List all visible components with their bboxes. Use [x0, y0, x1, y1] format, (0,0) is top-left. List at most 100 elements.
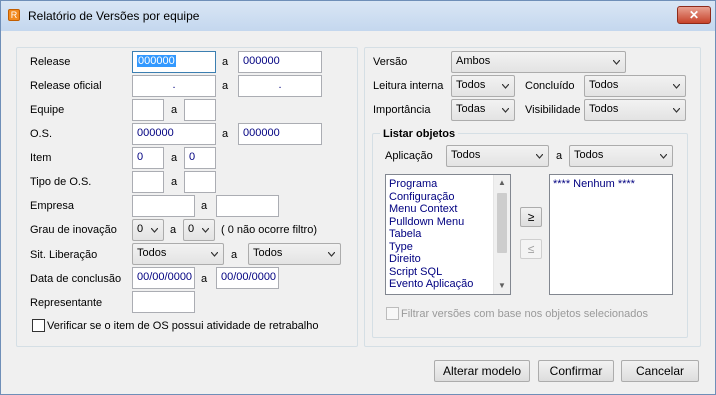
aplicacao-label: Aplicação — [385, 150, 433, 162]
tipo-os-to-input[interactable] — [184, 171, 216, 193]
chevron-down-icon — [502, 84, 509, 89]
chevron-down-icon — [536, 154, 543, 159]
sit-liberacao-sep: a — [231, 249, 238, 261]
alterar-modelo-button[interactable]: Alterar modelo — [434, 360, 530, 382]
release-sep: a — [222, 56, 229, 68]
release-to-input[interactable]: 000000 — [238, 51, 322, 73]
tipo-os-sep: a — [171, 176, 178, 188]
aplicacao-sep: a — [556, 150, 563, 162]
selected-objects-list[interactable]: **** Nenhum **** — [549, 174, 673, 295]
chevron-down-icon — [202, 228, 209, 233]
item-label: Item — [30, 152, 52, 164]
visibilidade-select[interactable]: Todos — [584, 99, 686, 121]
close-button[interactable]: ✕ — [677, 6, 711, 24]
list-item[interactable]: Programa — [386, 178, 494, 191]
release-oficial-label: Release oficial — [30, 80, 102, 92]
chevron-down-icon — [502, 108, 509, 113]
cancelar-button[interactable]: Cancelar — [621, 360, 699, 382]
release-oficial-from-value: . — [172, 79, 176, 91]
representante-input[interactable] — [132, 291, 195, 313]
grau-from-value: 0 — [137, 223, 144, 235]
chevron-down-icon — [328, 252, 335, 257]
aplicacao-from-select[interactable]: Todos — [446, 145, 549, 167]
data-conclusao-from-input[interactable]: 00/00/0000 — [132, 267, 195, 289]
window-title: Relatório de Versões por equipe — [28, 9, 200, 23]
retrabalho-label: Verificar se o item de OS possui ativida… — [47, 320, 319, 332]
equipe-from-input[interactable] — [132, 99, 164, 121]
list-item[interactable]: Evento Aplicação — [386, 278, 494, 291]
available-objects-list[interactable]: Programa Configuração Menu Context Pulld… — [385, 174, 511, 295]
app-icon: R — [8, 9, 20, 21]
importancia-select[interactable]: Todas — [451, 99, 515, 121]
item-from-input[interactable]: 0 — [132, 147, 164, 169]
scroll-thumb[interactable] — [497, 193, 507, 253]
empresa-label: Empresa — [30, 200, 75, 212]
data-conclusao-sep: a — [201, 273, 208, 285]
list-item[interactable]: Script SQL — [386, 266, 494, 279]
release-from-input[interactable]: 000000 — [132, 51, 216, 73]
grau-sep: a — [170, 224, 177, 236]
release-from-value: 000000 — [137, 55, 176, 67]
scroll-down-icon[interactable]: ▼ — [494, 278, 510, 294]
concluido-label: Concluído — [525, 80, 575, 92]
os-to-input[interactable]: 000000 — [238, 123, 322, 145]
list-item[interactable]: Pulldown Menu — [386, 216, 494, 229]
release-label: Release — [30, 56, 71, 68]
visibilidade-value: Todos — [589, 103, 619, 115]
os-from-input[interactable]: 000000 — [132, 123, 216, 145]
empresa-sep: a — [201, 200, 208, 212]
release-oficial-sep: a — [222, 80, 229, 92]
chevron-down-icon — [211, 252, 218, 257]
sit-liberacao-to-select[interactable]: Todos — [248, 243, 341, 265]
list-item[interactable]: **** Nenhum **** — [550, 178, 672, 191]
grau-to-value: 0 — [188, 223, 195, 235]
versao-label: Versão — [373, 56, 408, 68]
remove-object-button[interactable]: ≤ — [520, 239, 542, 259]
sit-liberacao-from-select[interactable]: Todos — [132, 243, 224, 265]
equipe-to-input[interactable] — [184, 99, 216, 121]
concluido-value: Todos — [589, 79, 619, 91]
scroll-up-icon[interactable]: ▲ — [494, 175, 510, 191]
os-sep: a — [222, 128, 229, 140]
tipo-os-from-input[interactable] — [132, 171, 164, 193]
filter-objects-label: Filtrar versões com base nos objetos sel… — [401, 308, 649, 320]
filter-objects-checkbox[interactable] — [386, 307, 399, 320]
leitura-interna-value: Todos — [456, 79, 486, 91]
equipe-sep: a — [171, 104, 178, 116]
data-conclusao-to-input[interactable]: 00/00/0000 — [216, 267, 279, 289]
chevron-down-icon — [613, 60, 620, 65]
confirmar-button[interactable]: Confirmar — [538, 360, 614, 382]
list-item[interactable]: Tabela — [386, 228, 494, 241]
title-bar: R Relatório de Versões por equipe ✕ — [1, 1, 715, 31]
versao-select[interactable]: Ambos — [451, 51, 626, 73]
aplicacao-to-select[interactable]: Todos — [569, 145, 673, 167]
data-conclusao-label: Data de conclusão — [30, 273, 122, 285]
leitura-interna-select[interactable]: Todos — [451, 75, 515, 97]
chevron-down-icon — [673, 108, 680, 113]
sit-liberacao-label: Sit. Liberação — [30, 249, 98, 261]
empresa-from-input[interactable] — [132, 195, 195, 217]
release-oficial-from-input[interactable]: . — [132, 75, 216, 97]
empresa-to-input[interactable] — [216, 195, 279, 217]
list-item[interactable]: Type — [386, 241, 494, 254]
leitura-interna-label: Leitura interna — [373, 80, 444, 92]
list-item[interactable]: Direito — [386, 253, 494, 266]
aplicacao-to-value: Todos — [574, 149, 604, 161]
retrabalho-checkbox[interactable] — [32, 319, 45, 332]
importancia-label: Importância — [373, 104, 431, 116]
concluido-select[interactable]: Todos — [584, 75, 686, 97]
grau-from-select[interactable]: 0 — [132, 219, 164, 241]
add-object-button[interactable]: ≥ — [520, 207, 542, 227]
list-item[interactable]: Configuração — [386, 191, 494, 204]
visibilidade-label: Visibilidade — [525, 104, 581, 116]
list-item[interactable]: Menu Context — [386, 203, 494, 216]
item-to-input[interactable]: 0 — [184, 147, 216, 169]
grau-to-select[interactable]: 0 — [183, 219, 215, 241]
release-oficial-to-value: . — [278, 79, 282, 91]
chevron-down-icon — [673, 84, 680, 89]
release-oficial-to-input[interactable]: . — [238, 75, 322, 97]
grau-label: Grau de inovação — [30, 224, 117, 236]
listar-objetos-title: Listar objetos — [380, 128, 459, 140]
list-scrollbar[interactable]: ▲ ▼ — [493, 175, 510, 294]
report-dialog: R Relatório de Versões por equipe ✕ Rele… — [0, 0, 716, 395]
